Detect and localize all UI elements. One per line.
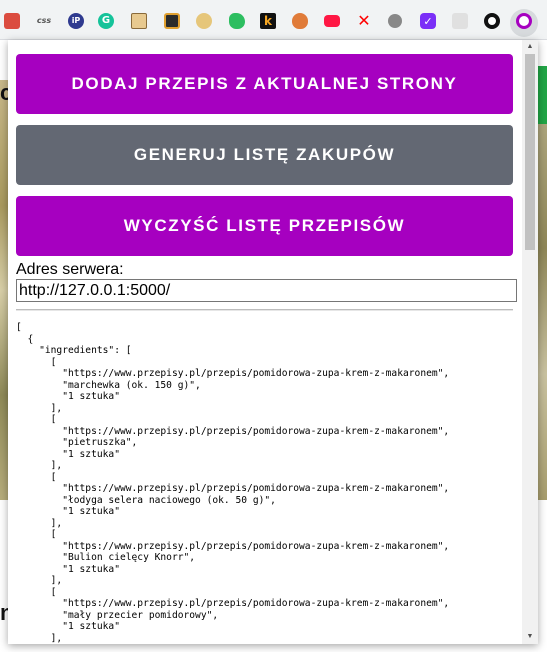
generate-shopping-list-button[interactable]: GENERUJ LISTĘ ZAKUPÓW: [16, 125, 513, 185]
json-output: [ { "ingredients": [ [ "https://www.prze…: [16, 322, 450, 644]
extensions-toolbar: css iP Gk ✕ ✓: [0, 0, 547, 40]
add-recipe-button[interactable]: DODAJ PRZEPIS Z AKTUALNEJ STRONY: [16, 54, 513, 114]
recipe-extension-icon[interactable]: [516, 13, 532, 29]
grid-icon[interactable]: [452, 13, 468, 29]
camera-icon[interactable]: [164, 13, 180, 29]
scroll-up-arrow-icon[interactable]: ▲: [522, 40, 538, 54]
circle-gray-icon[interactable]: [388, 14, 402, 28]
todoist-icon[interactable]: [4, 13, 20, 29]
owl-icon[interactable]: [196, 13, 212, 29]
clear-recipe-list-button[interactable]: WYCZYŚĆ LISTĘ PRZEPISÓW: [16, 196, 513, 256]
popup-scrollbar[interactable]: ▲ ▼: [522, 40, 538, 644]
scroll-down-arrow-icon[interactable]: ▼: [522, 630, 538, 644]
github-icon[interactable]: [484, 13, 500, 29]
ip-icon[interactable]: iP: [68, 13, 84, 29]
extension-popup: DODAJ PRZEPIS Z AKTUALNEJ STRONY GENERUJ…: [8, 40, 538, 644]
divider: [16, 309, 513, 311]
face-box-icon[interactable]: [131, 13, 147, 29]
evernote-icon[interactable]: [229, 13, 245, 29]
scrollbar-thumb[interactable]: [525, 54, 535, 250]
check-purple-icon[interactable]: ✓: [420, 13, 436, 29]
popup-content: DODAJ PRZEPIS Z AKTUALNEJ STRONY GENERUJ…: [8, 40, 522, 644]
close-x-icon[interactable]: ✕: [356, 13, 372, 29]
css-icon[interactable]: css: [36, 13, 52, 29]
server-address-label: Adres serwera:: [16, 261, 124, 278]
youtube-icon[interactable]: [324, 15, 340, 27]
grammarly-icon[interactable]: G: [98, 13, 114, 29]
onion-icon[interactable]: [292, 13, 308, 29]
server-address-input[interactable]: [16, 279, 517, 302]
k-icon[interactable]: k: [260, 13, 276, 29]
